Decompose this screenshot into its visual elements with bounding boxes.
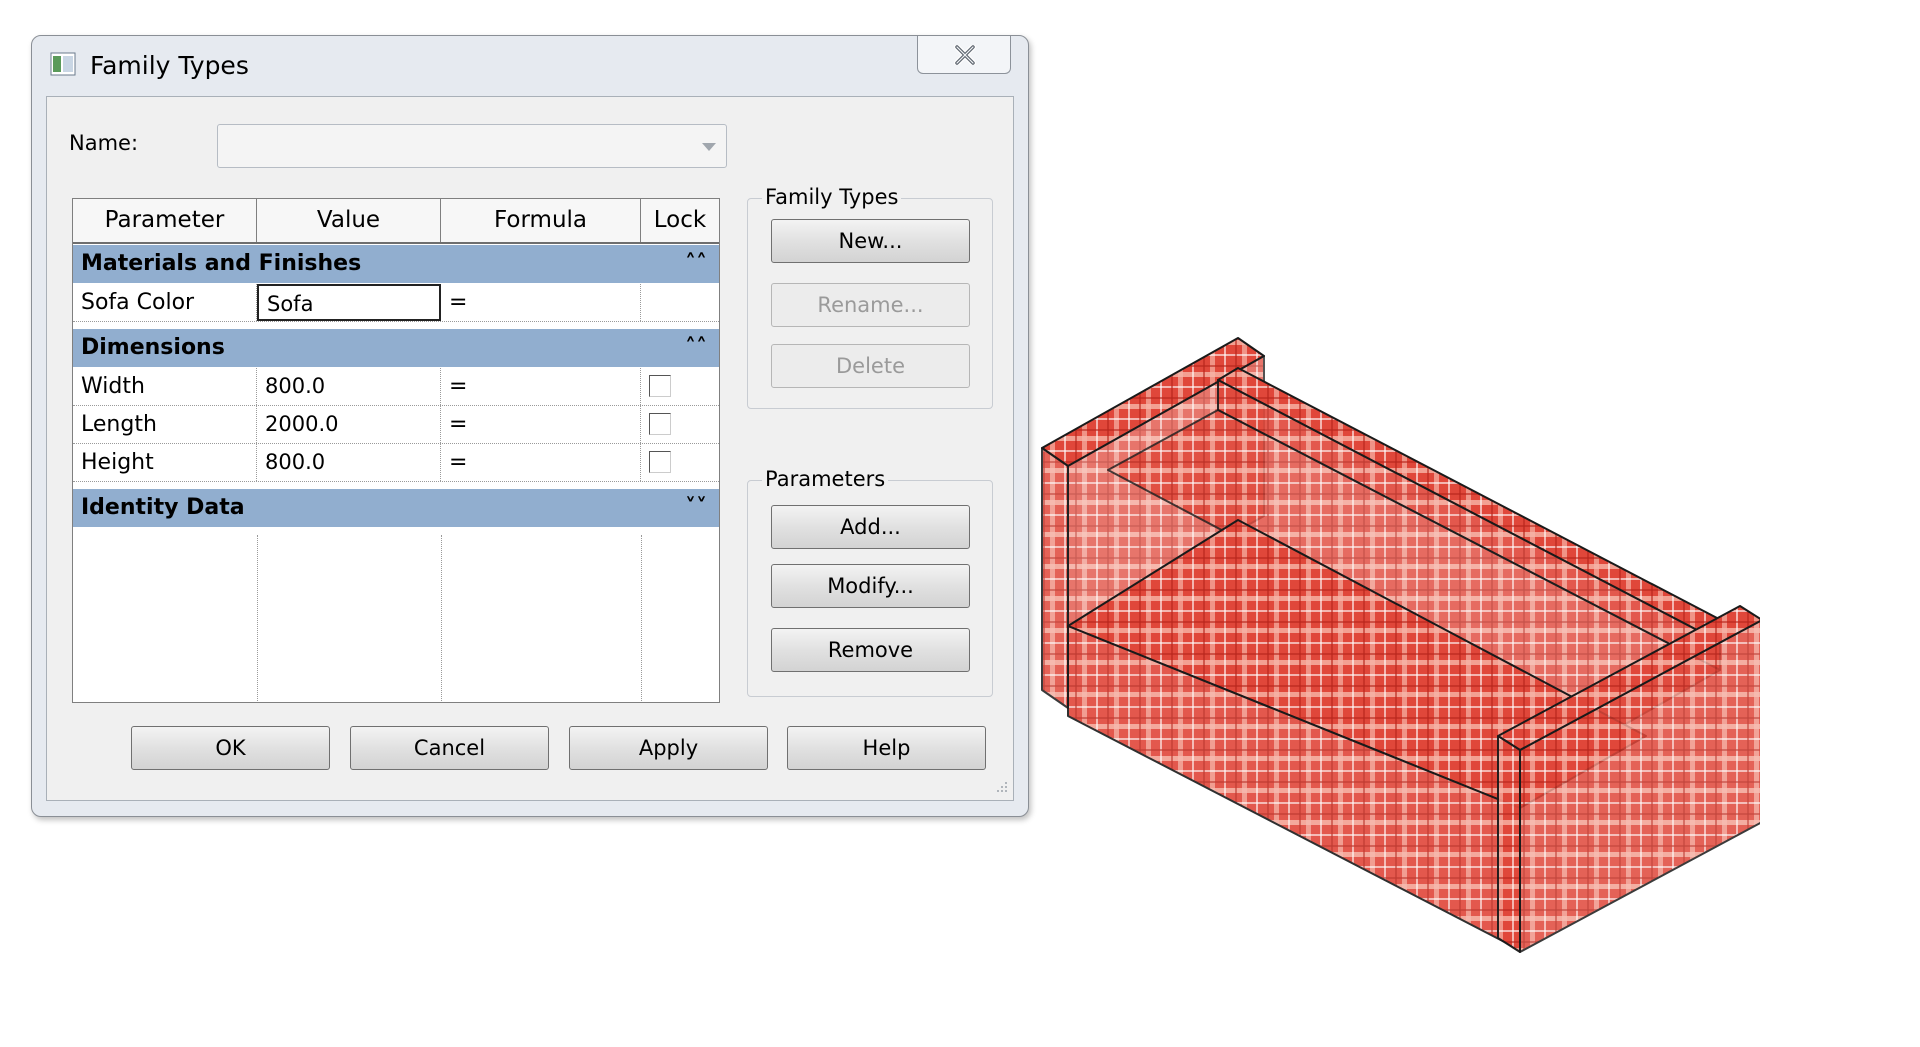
lock-checkbox[interactable]: [649, 375, 671, 397]
cancel-button[interactable]: Cancel: [350, 726, 549, 770]
grid-header: Parameter Value Formula Lock: [73, 199, 719, 244]
parameter-name: Height: [73, 444, 257, 481]
table-row: Width 800.0 =: [73, 368, 719, 406]
dialog-client-area: Name: Parameter Value Formula Lock Mater…: [46, 96, 1014, 801]
expand-icon[interactable]: ˅˅: [685, 489, 707, 527]
parameters-grid: Parameter Value Formula Lock Materials a…: [72, 198, 720, 703]
app-icon: [50, 52, 76, 76]
parameter-name: Sofa Color: [73, 284, 257, 321]
rename-type-button[interactable]: Rename...: [771, 283, 970, 327]
column-header-lock[interactable]: Lock: [641, 199, 719, 242]
group-materials-and-finishes[interactable]: Materials and Finishes ˄˄: [73, 245, 719, 283]
family-types-group: Family Types New... Rename... Delete: [747, 185, 993, 409]
table-row: Sofa Color Sofa =: [73, 284, 719, 322]
collapse-icon[interactable]: ˄˄: [685, 329, 707, 367]
delete-type-button[interactable]: Delete: [771, 344, 970, 388]
formula-cell[interactable]: =: [441, 284, 641, 321]
ok-button[interactable]: OK: [131, 726, 330, 770]
new-type-button[interactable]: New...: [771, 219, 970, 263]
parameter-name: Length: [73, 406, 257, 443]
name-dropdown[interactable]: [217, 124, 727, 168]
lock-checkbox[interactable]: [649, 451, 671, 473]
sofa-3d-preview: [1041, 337, 1760, 953]
help-button[interactable]: Help: [787, 726, 986, 770]
column-divider: [641, 535, 642, 702]
lock-cell: [641, 284, 719, 321]
parameter-name: Width: [73, 368, 257, 405]
value-input[interactable]: 800.0: [257, 444, 441, 481]
window-title: Family Types: [90, 51, 249, 80]
family-types-dialog: Family Types Name: Parameter Value Formu…: [31, 35, 1029, 817]
lock-cell: [641, 406, 719, 443]
name-label: Name:: [69, 131, 139, 155]
lock-cell: [641, 368, 719, 405]
lock-cell: [641, 444, 719, 481]
family-types-group-label: Family Types: [762, 185, 902, 209]
group-dimensions[interactable]: Dimensions ˄˄: [73, 329, 719, 367]
parameters-group-label: Parameters: [762, 467, 889, 491]
formula-cell[interactable]: =: [441, 444, 641, 481]
collapse-icon[interactable]: ˄˄: [685, 245, 707, 283]
group-label: Dimensions: [81, 335, 225, 360]
column-divider: [441, 535, 442, 702]
group-label: Materials and Finishes: [81, 251, 362, 276]
chevron-down-icon: [702, 143, 716, 151]
modify-parameter-button[interactable]: Modify...: [771, 564, 970, 608]
value-input[interactable]: 800.0: [257, 368, 441, 405]
formula-cell[interactable]: =: [441, 406, 641, 443]
close-button[interactable]: [917, 36, 1011, 74]
value-input[interactable]: Sofa: [257, 284, 441, 321]
resize-grip-icon[interactable]: [993, 780, 1009, 796]
column-header-formula[interactable]: Formula: [441, 199, 641, 242]
column-header-value[interactable]: Value: [257, 199, 441, 242]
column-header-parameter[interactable]: Parameter: [73, 199, 257, 242]
lock-checkbox[interactable]: [649, 413, 671, 435]
column-divider: [257, 535, 258, 702]
formula-cell[interactable]: =: [441, 368, 641, 405]
remove-parameter-button[interactable]: Remove: [771, 628, 970, 672]
title-bar[interactable]: Family Types: [32, 36, 1028, 96]
table-row: Length 2000.0 =: [73, 406, 719, 444]
group-label: Identity Data: [81, 495, 245, 520]
value-input[interactable]: 2000.0: [257, 406, 441, 443]
parameters-group: Parameters Add... Modify... Remove: [747, 467, 993, 697]
table-row: Height 800.0 =: [73, 444, 719, 482]
close-icon: [954, 45, 976, 65]
add-parameter-button[interactable]: Add...: [771, 505, 970, 549]
apply-button[interactable]: Apply: [569, 726, 768, 770]
group-identity-data[interactable]: Identity Data ˅˅: [73, 489, 719, 527]
